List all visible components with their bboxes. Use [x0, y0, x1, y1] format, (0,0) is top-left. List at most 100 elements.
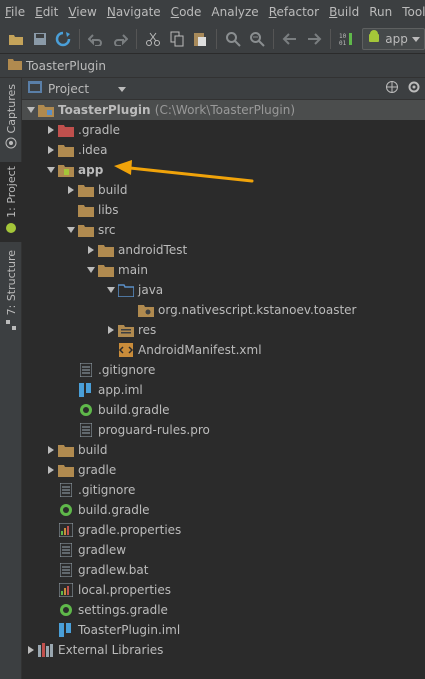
- tree-row-settings-gradle[interactable]: settings.gradle: [22, 600, 425, 620]
- menu-file[interactable]: File: [0, 0, 30, 24]
- tree-row-app-libs[interactable]: libs: [22, 200, 425, 220]
- expanded-arrow-icon[interactable]: [24, 100, 38, 120]
- copy-icon[interactable]: [167, 29, 187, 49]
- tree-row-app-build-gradle[interactable]: build.gradle: [22, 400, 425, 420]
- menu-navigate[interactable]: Navigate: [102, 0, 166, 24]
- tree-row-local-properties[interactable]: local.properties: [22, 580, 425, 600]
- collapsed-arrow-icon[interactable]: [64, 180, 78, 200]
- tab-structure[interactable]: 7: Structure: [0, 250, 22, 340]
- iml-file-icon: [78, 382, 94, 398]
- tree-row-gradle-hidden[interactable]: .gradle: [22, 120, 425, 140]
- menu-refactor[interactable]: Refactor: [264, 0, 324, 24]
- callout-arrow-icon: [114, 160, 254, 183]
- structure-icon: [5, 319, 17, 334]
- expanded-arrow-icon[interactable]: [64, 220, 78, 240]
- tree-row-gradle-properties[interactable]: gradle.properties: [22, 520, 425, 540]
- text-file-icon: [78, 362, 94, 378]
- make-icon[interactable]: 10 01: [336, 29, 356, 49]
- tree-row-proguard[interactable]: proguard-rules.pro: [22, 420, 425, 440]
- menu-view[interactable]: View: [63, 0, 101, 24]
- project-view-label: Project: [48, 81, 90, 96]
- collapsed-arrow-icon[interactable]: [44, 440, 58, 460]
- run-configuration-select[interactable]: app: [362, 27, 425, 50]
- open-folder-icon[interactable]: [6, 29, 26, 49]
- menu-edit[interactable]: Edit: [30, 0, 63, 24]
- tab-captures-label: Captures: [4, 84, 18, 134]
- collapsed-arrow-icon[interactable]: [44, 120, 58, 140]
- tree-row-idea[interactable]: .idea: [22, 140, 425, 160]
- sync-icon[interactable]: [54, 29, 74, 49]
- tab-captures[interactable]: Captures: [0, 84, 22, 154]
- tree-row-app-iml[interactable]: app.iml: [22, 380, 425, 400]
- find-icon[interactable]: [223, 29, 243, 49]
- tree-label-gradle-properties: gradle.properties: [78, 523, 182, 537]
- folder-icon: [98, 242, 114, 258]
- tree-label-package: org.nativescript.kstanoev.toaster: [158, 303, 357, 317]
- project-view-select[interactable]: Project: [22, 81, 132, 96]
- tree-label-settings-gradle: settings.gradle: [78, 603, 168, 617]
- back-icon[interactable]: [280, 29, 300, 49]
- tree-row-gitignore[interactable]: .gitignore: [22, 480, 425, 500]
- tree-label-java: java: [138, 283, 164, 297]
- tree-row-app-src[interactable]: src: [22, 220, 425, 240]
- menu-code[interactable]: Code: [166, 0, 207, 24]
- collapsed-arrow-icon[interactable]: [24, 640, 38, 660]
- tree-label-manifest: AndroidManifest.xml: [138, 343, 262, 357]
- tree-row-main[interactable]: main: [22, 260, 425, 280]
- cut-icon[interactable]: [143, 29, 163, 49]
- tree-row-res[interactable]: res: [22, 320, 425, 340]
- collapsed-arrow-icon[interactable]: [84, 240, 98, 260]
- expanded-arrow-icon[interactable]: [44, 160, 58, 180]
- menu-run[interactable]: Run: [364, 0, 397, 24]
- left-tool-strip: Captures 1: Project 7: Structure: [0, 78, 22, 679]
- undo-icon[interactable]: [86, 29, 106, 49]
- iml-file-icon: [58, 622, 74, 638]
- tree-row-package[interactable]: org.nativescript.kstanoev.toaster: [22, 300, 425, 320]
- folder-icon: [78, 222, 94, 238]
- tree-label-res: res: [138, 323, 157, 337]
- collapsed-arrow-icon[interactable]: [44, 140, 58, 160]
- replace-icon[interactable]: [247, 29, 267, 49]
- tree-row-build-gradle[interactable]: build.gradle: [22, 500, 425, 520]
- forward-icon[interactable]: [304, 29, 324, 49]
- collapsed-arrow-icon[interactable]: [44, 460, 58, 480]
- menu-tools[interactable]: Tools: [397, 0, 425, 24]
- settings-icon[interactable]: [407, 80, 421, 97]
- menu-analyze[interactable]: Analyze: [206, 0, 263, 24]
- chevron-down-icon: [118, 82, 126, 96]
- tab-project-label: 1: Project: [4, 166, 18, 218]
- paste-icon[interactable]: [191, 29, 211, 49]
- toolbar-separator: [135, 28, 137, 49]
- tree-row-java[interactable]: java: [22, 280, 425, 300]
- tree-label-gradlew-bat: gradlew.bat: [78, 563, 149, 577]
- tree-label-toaster-iml: ToasterPlugin.iml: [78, 623, 181, 637]
- breadcrumb-item-project[interactable]: ToasterPlugin: [26, 59, 106, 73]
- tree-row-toaster-iml[interactable]: ToasterPlugin.iml: [22, 620, 425, 640]
- scroll-from-source-icon[interactable]: [385, 80, 399, 97]
- redo-icon[interactable]: [110, 29, 130, 49]
- menu-build[interactable]: Build: [324, 0, 364, 24]
- expanded-arrow-icon[interactable]: [104, 280, 118, 300]
- tree-row-build[interactable]: build: [22, 440, 425, 460]
- save-icon[interactable]: [30, 29, 50, 49]
- tree-row-gradlew-bat[interactable]: gradlew.bat: [22, 560, 425, 580]
- tree-row-external-libraries[interactable]: External Libraries: [22, 640, 425, 660]
- tree-label-app: app: [78, 163, 104, 177]
- tree-row-root[interactable]: ToasterPlugin (C:\Work\ToasterPlugin): [22, 100, 425, 120]
- tree-row-android-test[interactable]: androidTest: [22, 240, 425, 260]
- tree-label-build: build: [78, 443, 108, 457]
- tree-label-main: main: [118, 263, 148, 277]
- tree-row-gradle[interactable]: gradle: [22, 460, 425, 480]
- tree-row-app-gitignore[interactable]: .gitignore: [22, 360, 425, 380]
- collapsed-arrow-icon[interactable]: [104, 320, 118, 340]
- tree-row-manifest[interactable]: AndroidManifest.xml: [22, 340, 425, 360]
- tab-project[interactable]: 1: Project: [0, 162, 22, 242]
- tree-row-gradlew[interactable]: gradlew: [22, 540, 425, 560]
- expanded-arrow-icon[interactable]: [84, 260, 98, 280]
